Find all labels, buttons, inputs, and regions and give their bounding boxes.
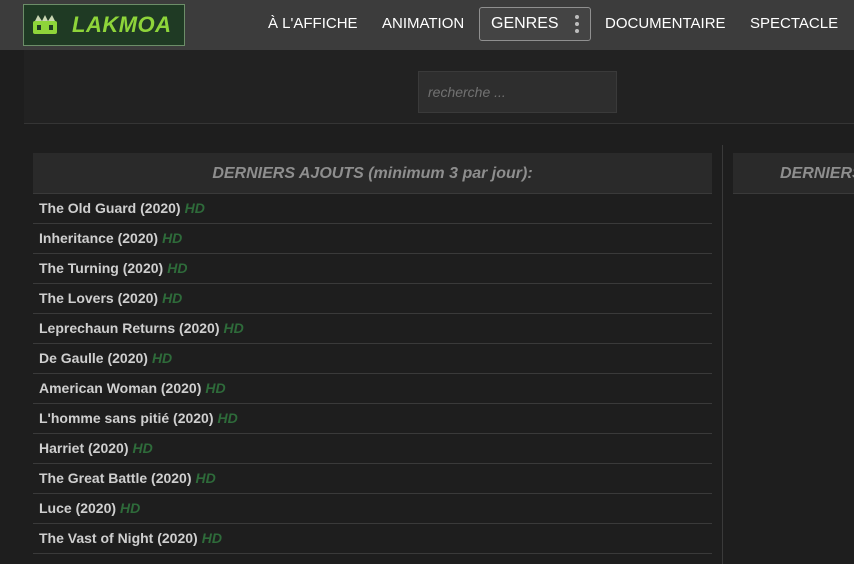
movie-title-link[interactable]: The Great Battle (2020)	[39, 470, 192, 486]
latest-additions-list: The Old Guard (2020) HD Inheritance (2020)…	[33, 194, 712, 554]
movie-title-link[interactable]: Luce (2020)	[39, 500, 116, 516]
list-item[interactable]: Leprechaun Returns (2020) HD	[33, 314, 712, 344]
list-item[interactable]: De Gaulle (2020) HD	[33, 344, 712, 374]
logo-icon	[30, 12, 60, 38]
quality-badge: HD	[132, 440, 153, 456]
nav-spectacle[interactable]: SPECTACLE	[750, 0, 838, 48]
column-divider	[722, 145, 723, 564]
site-logo[interactable]: LAKMOA	[23, 4, 185, 46]
nav-a-laffiche[interactable]: À L'AFFICHE	[268, 0, 358, 48]
list-item[interactable]: American Woman (2020) HD	[33, 374, 712, 404]
movie-title-link[interactable]: The Vast of Night (2020)	[39, 530, 198, 546]
quality-badge: HD	[167, 260, 188, 276]
nav-animation[interactable]: ANIMATION	[382, 0, 464, 48]
right-panel-header: DERNIERS	[733, 153, 854, 194]
nav-genres-label: GENRES	[491, 15, 559, 32]
movie-title-link[interactable]: Inheritance (2020)	[39, 230, 158, 246]
quality-badge: HD	[223, 320, 244, 336]
list-item[interactable]: The Turning (2020) HD	[33, 254, 712, 284]
quality-badge: HD	[162, 290, 183, 306]
list-item[interactable]: Harriet (2020) HD	[33, 434, 712, 464]
movie-title-link[interactable]: L'homme sans pitié (2020)	[39, 410, 214, 426]
list-item[interactable]: Inheritance (2020) HD	[33, 224, 712, 254]
latest-additions-header: DERNIERS AJOUTS (minimum 3 par jour):	[33, 153, 712, 194]
nav-documentaire[interactable]: DOCUMENTAIRE	[605, 0, 726, 48]
list-item[interactable]: The Great Battle (2020) HD	[33, 464, 712, 494]
quality-badge: HD	[195, 470, 216, 486]
movie-title-link[interactable]: The Old Guard (2020)	[39, 200, 181, 216]
list-item[interactable]: The Vast of Night (2020) HD	[33, 524, 712, 554]
logo-text: LAKMOA	[72, 12, 172, 37]
quality-badge: HD	[151, 350, 173, 366]
movie-title-link[interactable]: Harriet (2020)	[39, 440, 129, 456]
nav-genres-dropdown[interactable]: GENRES	[479, 7, 591, 41]
top-navigation-bar: LAKMOA À L'AFFICHE ANIMATION GENRES DOCU…	[0, 0, 854, 50]
list-item[interactable]: L'homme sans pitié (2020) HD	[33, 404, 712, 434]
movie-title-link[interactable]: De Gaulle (2020)	[39, 350, 148, 366]
movie-title-link[interactable]: American Woman (2020)	[39, 380, 201, 396]
movie-title-link[interactable]: The Turning (2020)	[39, 260, 163, 276]
quality-badge: HD	[184, 200, 205, 216]
quality-badge: HD	[205, 380, 226, 396]
quality-badge: HD	[162, 230, 183, 246]
quality-badge: HD	[201, 530, 222, 546]
movie-title-link[interactable]: Leprechaun Returns (2020)	[39, 320, 220, 336]
list-item[interactable]: The Lovers (2020) HD	[33, 284, 712, 314]
more-vertical-icon	[575, 15, 579, 33]
movie-title-link[interactable]: The Lovers (2020)	[39, 290, 158, 306]
list-item[interactable]: The Old Guard (2020) HD	[33, 194, 712, 224]
search-input[interactable]	[418, 71, 617, 113]
quality-badge: HD	[120, 500, 141, 516]
list-item[interactable]: Luce (2020) HD	[33, 494, 712, 524]
quality-badge: HD	[217, 410, 238, 426]
